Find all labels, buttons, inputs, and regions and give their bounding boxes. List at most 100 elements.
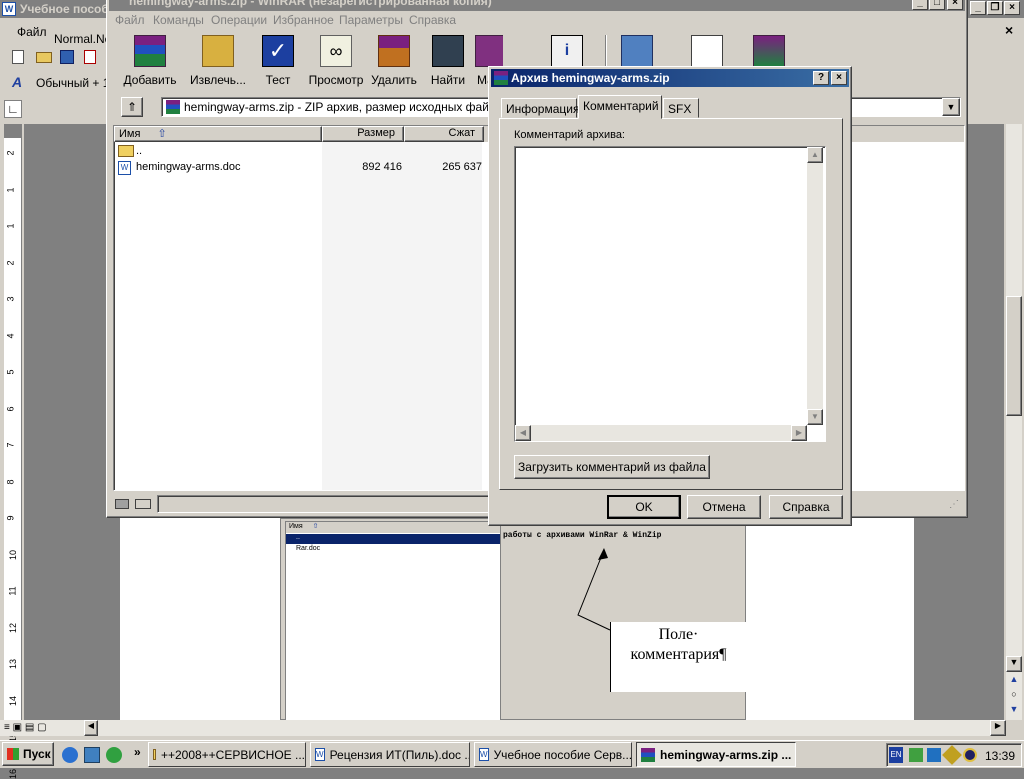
callout-text: Поле· комментария¶ (630, 626, 727, 663)
taskbar-item-manual[interactable]: W Учебное пособие Серв... (474, 742, 632, 767)
wizard-icon (475, 35, 503, 67)
doc-list-item-rar: Rar.doc (286, 545, 500, 555)
taskbar-item-label: hemingway-arms.zip ... (660, 747, 792, 762)
ruler-number: 1 (5, 186, 16, 193)
column-size[interactable]: Размер (322, 126, 404, 142)
ok-button[interactable]: OK (607, 495, 681, 519)
ruler-corner-tab[interactable]: ∟ (4, 100, 22, 118)
tray-recycle-icon[interactable] (927, 748, 941, 762)
windows-logo-icon (7, 748, 19, 760)
winrar-minimize-button[interactable]: _ (912, 0, 928, 10)
word-doc-icon: W (118, 161, 131, 175)
clock[interactable]: 13:39 (985, 749, 1015, 763)
textarea-hscroll[interactable]: ◀ ▶ (515, 425, 807, 441)
tray-volume-icon[interactable] (963, 748, 977, 762)
outlook-icon[interactable] (84, 747, 100, 763)
start-button[interactable]: Пуск (2, 742, 54, 766)
callout-arrow (577, 548, 611, 631)
style-dropdown[interactable]: Обычный + 1 (36, 76, 109, 90)
scroll-down-button[interactable]: ▼ (1006, 656, 1022, 672)
scroll-down-arrow[interactable]: ▼ (807, 409, 823, 425)
scroll-right-arrow[interactable]: ▶ (791, 425, 807, 441)
winrar-icon (641, 747, 655, 762)
taskbar: Пуск » ++2008++СЕРВИСНОЕ ... W Рецензия … (0, 740, 1024, 768)
textarea-vscroll[interactable]: ▲ ▼ (807, 147, 823, 425)
winrar-maximize-button[interactable]: □ (929, 0, 945, 10)
taskbar-item-winrar[interactable]: hemingway-arms.zip ... (636, 742, 796, 767)
word-app-icon: W (2, 2, 16, 16)
up-folder-button[interactable]: ⇑ (121, 97, 143, 117)
word-icon: W (315, 748, 325, 761)
scroll-right-button[interactable]: ▶ (990, 720, 1006, 736)
info-icon[interactable]: i (551, 35, 583, 67)
word-close-doc-icon[interactable]: × (1005, 22, 1013, 38)
word-menu-file[interactable]: Файл (17, 25, 47, 39)
winrar-menu-options[interactable]: Параметры (339, 13, 403, 27)
view-glasses-icon: ∞ (320, 35, 352, 67)
next-page-button[interactable]: ▼ (1006, 704, 1022, 718)
dialog-help-button[interactable]: ? (813, 71, 829, 85)
scroll-left-button[interactable]: ◀ (84, 720, 98, 736)
tray-network-icon[interactable] (909, 748, 923, 762)
select-browse-object-button[interactable]: ○ (1006, 689, 1022, 703)
column-packed-label: Сжат (448, 127, 475, 139)
row-size: 892 416 (362, 161, 402, 173)
media-player-icon[interactable] (106, 747, 122, 763)
prev-page-button[interactable]: ▲ (1006, 674, 1022, 688)
winrar-close-button[interactable]: × (947, 0, 963, 10)
scrollbar-thumb[interactable] (1006, 296, 1022, 416)
winrar-menu-operations[interactable]: Операции (211, 13, 267, 27)
style-name-field[interactable]: Normal.Ne (54, 32, 111, 46)
ie-icon[interactable] (62, 747, 78, 763)
ruler-number: 7 (5, 442, 16, 448)
comment-icon[interactable] (691, 35, 723, 67)
path-dropdown-arrow[interactable]: ▼ (942, 98, 960, 116)
cancel-button[interactable]: Отмена (687, 495, 761, 519)
doc-caption: работы с архивами WinRar & WinZip (503, 531, 662, 540)
word-minimize-button[interactable]: _ (970, 1, 986, 15)
dialog-close-button[interactable]: × (831, 71, 847, 85)
resize-grip[interactable]: ⋰ (949, 499, 959, 510)
permission-icon[interactable] (84, 50, 96, 64)
column-name[interactable]: Имя ⇧ (114, 126, 322, 142)
word-restore-button[interactable]: ❐ (987, 1, 1003, 15)
drive-icon[interactable] (115, 499, 129, 509)
status-text-panel (157, 495, 537, 513)
ruler-number: 10 (8, 549, 19, 560)
callout-box: Поле· комментария¶ (610, 622, 746, 692)
styles-pane-icon[interactable]: A (12, 74, 22, 90)
scroll-up-arrow[interactable]: ▲ (807, 147, 823, 163)
save-icon[interactable] (60, 50, 74, 64)
language-indicator[interactable]: EN (889, 747, 903, 763)
open-folder-icon[interactable] (36, 52, 52, 63)
tab-comment[interactable]: Комментарий (578, 95, 662, 119)
taskbar-item-review[interactable]: W Рецензия ИТ(Пиль).doc ... (310, 742, 470, 767)
tab-info[interactable]: Информация (501, 98, 579, 118)
add-button[interactable]: Добавить (115, 33, 185, 89)
ruler-number: 16 (8, 768, 19, 779)
key-icon[interactable] (135, 499, 151, 509)
tab-sfx[interactable]: SFX (663, 98, 699, 118)
tray-security-icon[interactable] (942, 745, 962, 765)
load-comment-button[interactable]: Загрузить комментарий из файла (514, 455, 710, 479)
new-document-icon[interactable] (12, 50, 24, 64)
winrar-menu-file[interactable]: Файл (115, 13, 145, 27)
taskbar-item-folder[interactable]: ++2008++СЕРВИСНОЕ ... (148, 742, 306, 767)
winrar-menubar: Файл Команды Операции Избранное Параметр… (109, 13, 965, 31)
quicklaunch-more-icon[interactable]: » (134, 745, 141, 759)
scroll-left-arrow[interactable]: ◀ (515, 425, 531, 441)
help-button[interactable]: Справка (769, 495, 843, 519)
repair-icon[interactable] (621, 35, 653, 67)
winrar-menu-commands[interactable]: Команды (153, 13, 204, 27)
word-vertical-scrollbar[interactable]: ▼ ▲ ○ ▼ (1006, 124, 1022, 720)
word-close-button[interactable]: × (1004, 1, 1020, 15)
winrar-menu-favorites[interactable]: Избранное (273, 13, 334, 27)
winrar-menu-help[interactable]: Справка (409, 13, 456, 27)
sfx-icon[interactable] (753, 35, 785, 67)
comment-textarea[interactable]: ▲ ▼ ◀ ▶ (514, 146, 826, 442)
view-buttons[interactable]: ≡ ▣ ▤ ▢ (4, 722, 47, 733)
word-toolbar-formatting: A Обычный + 1 (0, 72, 110, 94)
folder-icon (153, 749, 156, 760)
word-horizontal-scrollbar[interactable]: ≡ ▣ ▤ ▢ ◀ ▶ (0, 720, 1006, 736)
column-packed[interactable]: Сжат (404, 126, 484, 142)
